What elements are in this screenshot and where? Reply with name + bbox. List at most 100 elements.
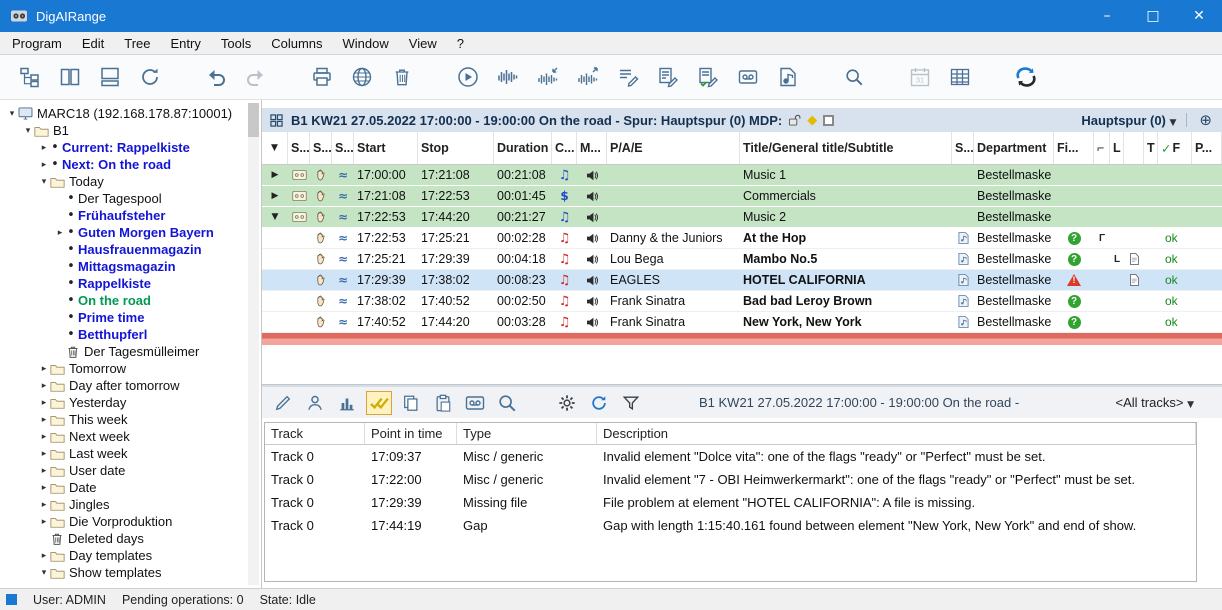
column-header-stop[interactable]: Stop [418, 132, 494, 164]
edit-list-icon[interactable] [648, 59, 688, 95]
column-header-pae[interactable]: P/A/E [607, 132, 740, 164]
tree-expander-icon[interactable]: ▾ [22, 126, 34, 136]
tree-item-prime-time[interactable]: •Prime time [0, 309, 261, 326]
column-header-duration[interactable]: Duration [494, 132, 552, 164]
tree-expander-icon[interactable]: ▾ [6, 109, 18, 119]
tree-expander-icon[interactable]: ▸ [38, 449, 50, 459]
add-track-icon[interactable]: ⊕ [1199, 111, 1212, 129]
menu-item-view[interactable]: View [399, 32, 447, 54]
maximize-button[interactable]: □ [1130, 0, 1176, 32]
row-expander-icon[interactable]: ▼ [272, 212, 279, 222]
calendar-icon[interactable]: 31 [900, 59, 940, 95]
edit-pencil-icon[interactable] [270, 391, 296, 415]
menu-item-help[interactable]: ? [447, 32, 474, 54]
tree-item-betthupferl[interactable]: •Betthupferl [0, 326, 261, 343]
tree-scrollbar-thumb[interactable] [248, 103, 259, 137]
minimize-button[interactable]: – [1084, 0, 1130, 32]
tree-expander-icon[interactable]: ▾ [38, 177, 50, 187]
refresh-icon[interactable] [586, 391, 612, 415]
tree-item-last-week[interactable]: ▸Last week [0, 445, 261, 462]
validate-icon[interactable] [366, 391, 392, 415]
tree-item-current-rappelkiste[interactable]: ▸•Current: Rappelkiste [0, 139, 261, 156]
tree-item-yesterday[interactable]: ▸Yesterday [0, 394, 261, 411]
undo-icon[interactable] [196, 59, 236, 95]
search-icon[interactable] [494, 391, 520, 415]
messages-column-type[interactable]: Type [457, 423, 597, 444]
schedule-row[interactable]: ▶≈17:00:0017:21:0800:21:08♫Music 1Bestel… [262, 165, 1222, 186]
menu-item-program[interactable]: Program [2, 32, 72, 54]
message-row[interactable]: Track 017:44:19GapGap with length 1:15:4… [265, 514, 1196, 537]
tree-expander-icon[interactable]: ▸ [38, 381, 50, 391]
schedule-row[interactable]: ≈17:29:3917:38:0200:08:23♫EAGLESHOTEL CA… [262, 270, 1222, 291]
search-icon[interactable] [834, 59, 874, 95]
tree-view-icon[interactable] [10, 59, 50, 95]
schedule-row[interactable]: ≈17:22:5317:25:2100:02:28♫Danny & the Ju… [262, 228, 1222, 249]
web-export-icon[interactable] [342, 59, 382, 95]
menu-item-window[interactable]: Window [333, 32, 399, 54]
tree-item-hausfrauenmagazin[interactable]: •Hausfrauenmagazin [0, 241, 261, 258]
schedule-row[interactable]: ≈17:38:0217:40:5200:02:50♫Frank SinatraB… [262, 291, 1222, 312]
tree-expander-icon[interactable]: ▾ [38, 568, 50, 578]
tree-item-der-tagesmülleimer[interactable]: Der Tagesmülleimer [0, 343, 261, 360]
column-header-start[interactable]: Start [354, 132, 418, 164]
message-row[interactable]: Track 017:09:37Misc / genericInvalid ele… [265, 445, 1196, 468]
tree-item-today[interactable]: ▾Today [0, 173, 261, 190]
reload-icon[interactable] [130, 59, 170, 95]
tree-item-jingles[interactable]: ▸Jingles [0, 496, 261, 513]
tree-item-frühaufsteher[interactable]: •Frühaufsteher [0, 207, 261, 224]
tree-item-tomorrow[interactable]: ▸Tomorrow [0, 360, 261, 377]
track-selector[interactable]: Hauptspur (0) ▼ [1081, 113, 1176, 128]
column-header-stream[interactable]: S... [332, 132, 354, 164]
sync-icon[interactable] [1006, 59, 1046, 95]
tree-scrollbar[interactable] [248, 103, 259, 585]
tree-expander-icon[interactable]: ▸ [38, 364, 50, 374]
column-header-file-status[interactable]: Fi... [1054, 132, 1094, 164]
tree-item-die-vorproduktion[interactable]: ▸Die Vorproduktion [0, 513, 261, 530]
menu-item-edit[interactable]: Edit [72, 32, 114, 54]
edit-entry-icon[interactable] [608, 59, 648, 95]
tree-expander-icon[interactable]: ▸ [38, 398, 50, 408]
tree-item-this-week[interactable]: ▸This week [0, 411, 261, 428]
column-header-doc[interactable] [1124, 132, 1144, 164]
column-header-title[interactable]: Title/General title/Subtitle [740, 132, 952, 164]
messages-column-point-in-time[interactable]: Point in time [365, 423, 457, 444]
edit-check-icon[interactable] [688, 59, 728, 95]
filter-icon[interactable] [618, 391, 644, 415]
column-header-p-flag[interactable]: P... [1192, 132, 1222, 164]
tree-item-day-templates[interactable]: ▸Day templates [0, 547, 261, 564]
tree-item-der-tagespool[interactable]: •Der Tagespool [0, 190, 261, 207]
play-icon[interactable] [448, 59, 488, 95]
paste-icon[interactable] [430, 391, 456, 415]
tree-expander-icon[interactable]: ▸ [38, 500, 50, 510]
split-vertical-icon[interactable] [50, 59, 90, 95]
column-header-row-type[interactable]: S... [288, 132, 310, 164]
tree-expander-icon[interactable]: ▸ [38, 160, 50, 170]
column-header-ready[interactable]: ✓F [1158, 132, 1192, 164]
user-icon[interactable] [302, 391, 328, 415]
messages-column-track[interactable]: Track [265, 423, 365, 444]
tree-item-guten-morgen-bayern[interactable]: ▸•Guten Morgen Bayern [0, 224, 261, 241]
column-header-t-flag[interactable]: T [1144, 132, 1158, 164]
tree-item-rappelkiste[interactable]: •Rappelkiste [0, 275, 261, 292]
tree-item-user-date[interactable]: ▸User date [0, 462, 261, 479]
row-expander-icon[interactable]: ▶ [272, 191, 279, 201]
tree-item-marc18-192-168-178-87-10001[interactable]: ▾MARC18 (192.168.178.87:10001) [0, 105, 261, 122]
settings-icon[interactable] [554, 391, 580, 415]
redo-icon[interactable] [236, 59, 276, 95]
tree-item-deleted-days[interactable]: Deleted days [0, 530, 261, 547]
column-header-department[interactable]: Department [974, 132, 1054, 164]
tree-item-date[interactable]: ▸Date [0, 479, 261, 496]
tree-expander-icon[interactable]: ▸ [38, 466, 50, 476]
track-filter-selector[interactable]: <All tracks> ▼ [1116, 395, 1194, 410]
column-header-expander[interactable]: ▼ [262, 132, 288, 164]
tree-item-b1[interactable]: ▾B1 [0, 122, 261, 139]
column-header-fade-in[interactable]: ⌐ [1094, 132, 1110, 164]
tree-expander-icon[interactable]: ▸ [38, 143, 50, 153]
tree-expander-icon[interactable]: ▸ [38, 517, 50, 527]
grid-icon[interactable] [940, 59, 980, 95]
column-header-category[interactable]: C... [552, 132, 577, 164]
schedule-row[interactable]: ▶≈17:21:0817:22:5300:01:45$CommercialsBe… [262, 186, 1222, 207]
menu-item-columns[interactable]: Columns [261, 32, 332, 54]
tree-expander-icon[interactable]: ▸ [38, 483, 50, 493]
menu-item-tools[interactable]: Tools [211, 32, 261, 54]
